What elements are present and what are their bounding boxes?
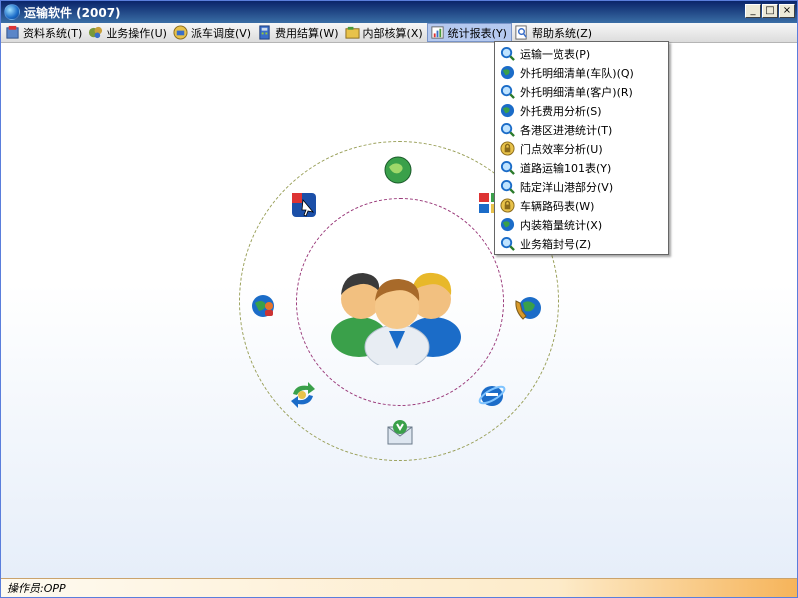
phone-globe-shortcut-icon[interactable] — [513, 293, 543, 323]
mail-shortcut-icon[interactable] — [385, 418, 415, 448]
app-window: 运输软件 (2007) _ □ × 资料系统(T) 业务操作(U) 派车调度(V… — [0, 0, 798, 598]
user-globe-shortcut-icon[interactable] — [249, 291, 279, 321]
magnifier-icon — [500, 122, 515, 137]
lock-icon — [500, 198, 515, 213]
dd-label: 各港区进港统计(T) — [520, 123, 613, 137]
window-controls: _ □ × — [745, 4, 795, 18]
dd-road-transport-101[interactable]: 道路运输101表(Y) — [497, 158, 666, 177]
dd-outsource-cost-analysis[interactable]: 外托费用分析(S) — [497, 101, 666, 120]
dd-container-seal-number[interactable]: 业务箱封号(Z) — [497, 234, 666, 253]
dd-door-efficiency[interactable]: 门点效率分析(U) — [497, 139, 666, 158]
dd-port-entry-stats[interactable]: 各港区进港统计(T) — [497, 120, 666, 139]
dd-label: 外托明细清单(客户)(R) — [520, 85, 633, 99]
menu-label: 内部核算(X) — [362, 26, 423, 40]
user-group-icon — [331, 272, 461, 365]
minimize-button[interactable]: _ — [745, 4, 761, 18]
magnifier-icon — [500, 84, 515, 99]
dd-label: 内装箱量统计(X) — [520, 218, 603, 232]
dd-label: 外托明细清单(车队)(Q) — [520, 66, 634, 80]
menu-label: 费用结算(W) — [275, 26, 339, 40]
dispatch-icon — [173, 25, 188, 40]
report-icon — [431, 26, 444, 39]
gears-icon — [89, 26, 103, 39]
maximize-button[interactable]: □ — [762, 4, 778, 18]
dd-label: 陆定洋山港部分(V) — [520, 180, 614, 194]
database-icon — [6, 25, 19, 39]
menu-label: 统计报表(Y) — [447, 26, 507, 40]
internet-explorer-icon[interactable] — [477, 380, 507, 410]
menu-label: 帮助系统(Z) — [531, 26, 593, 40]
dd-outsource-detail-client[interactable]: 外托明细清单(客户)(R) — [497, 82, 666, 101]
sync-shortcut-icon[interactable] — [288, 380, 318, 410]
menu-internal-accounting[interactable]: 内部核算(X) — [343, 23, 427, 42]
menu-business-ops[interactable]: 业务操作(U) — [86, 23, 171, 42]
folder-icon — [345, 26, 360, 39]
help-icon — [515, 25, 527, 40]
status-bar: 操作员:OPP — [1, 578, 797, 597]
menu-label: 业务操作(U) — [106, 26, 167, 40]
dd-outsource-detail-fleet[interactable]: 外托明细清单(车队)(Q) — [497, 63, 666, 82]
menu-data-system[interactable]: 资料系统(T) — [3, 23, 86, 42]
magnifier-icon — [500, 46, 515, 61]
menu-dispatch[interactable]: 派车调度(V) — [171, 23, 255, 42]
window-title: 运输软件 (2007) — [24, 5, 121, 20]
menu-label: 资料系统(T) — [23, 26, 83, 40]
menu-statistics-reports[interactable]: 统计报表(Y) — [426, 23, 512, 42]
globe-icon — [500, 217, 515, 232]
statistics-reports-dropdown: 运输一览表(P) 外托明细清单(车队)(Q) 外托明细清单(客户)(R) 外托费… — [494, 41, 669, 255]
dd-vehicle-odometer[interactable]: 车辆路码表(W) — [497, 196, 666, 215]
dd-label: 业务箱封号(Z) — [520, 237, 592, 251]
menu-bar: 资料系统(T) 业务操作(U) 派车调度(V) 费用结算(W) 内部核算(X) … — [1, 23, 797, 43]
dd-yangshan-port[interactable]: 陆定洋山港部分(V) — [497, 177, 666, 196]
dd-stuffing-volume-stats[interactable]: 内装箱量统计(X) — [497, 215, 666, 234]
main-workspace — [1, 43, 797, 578]
globe-icon — [500, 65, 515, 80]
title-bar[interactable]: 运输软件 (2007) _ □ × — [1, 1, 797, 23]
dd-label: 运输一览表(P) — [520, 47, 591, 61]
globe-shortcut-icon[interactable] — [383, 155, 413, 185]
dd-label: 门点效率分析(U) — [520, 142, 603, 156]
lock-icon — [500, 141, 515, 156]
menu-label: 派车调度(V) — [190, 26, 252, 40]
dd-label: 道路运输101表(Y) — [520, 161, 612, 175]
operator-status: 操作员:OPP — [7, 582, 66, 595]
magnifier-icon — [500, 160, 515, 175]
menu-cost-settlement[interactable]: 费用结算(W) — [255, 23, 342, 42]
dd-transport-overview[interactable]: 运输一览表(P) — [497, 44, 666, 63]
menu-help[interactable]: 帮助系统(Z) — [512, 23, 596, 42]
magnifier-icon — [500, 236, 515, 251]
magnifier-icon — [500, 179, 515, 194]
cursor-shortcut-icon[interactable] — [289, 190, 319, 220]
close-button[interactable]: × — [779, 4, 795, 18]
dd-label: 外托费用分析(S) — [520, 104, 602, 118]
app-globe-icon — [4, 4, 20, 20]
dd-label: 车辆路码表(W) — [520, 199, 595, 213]
calculator-icon — [259, 25, 270, 40]
globe-icon — [500, 103, 515, 118]
